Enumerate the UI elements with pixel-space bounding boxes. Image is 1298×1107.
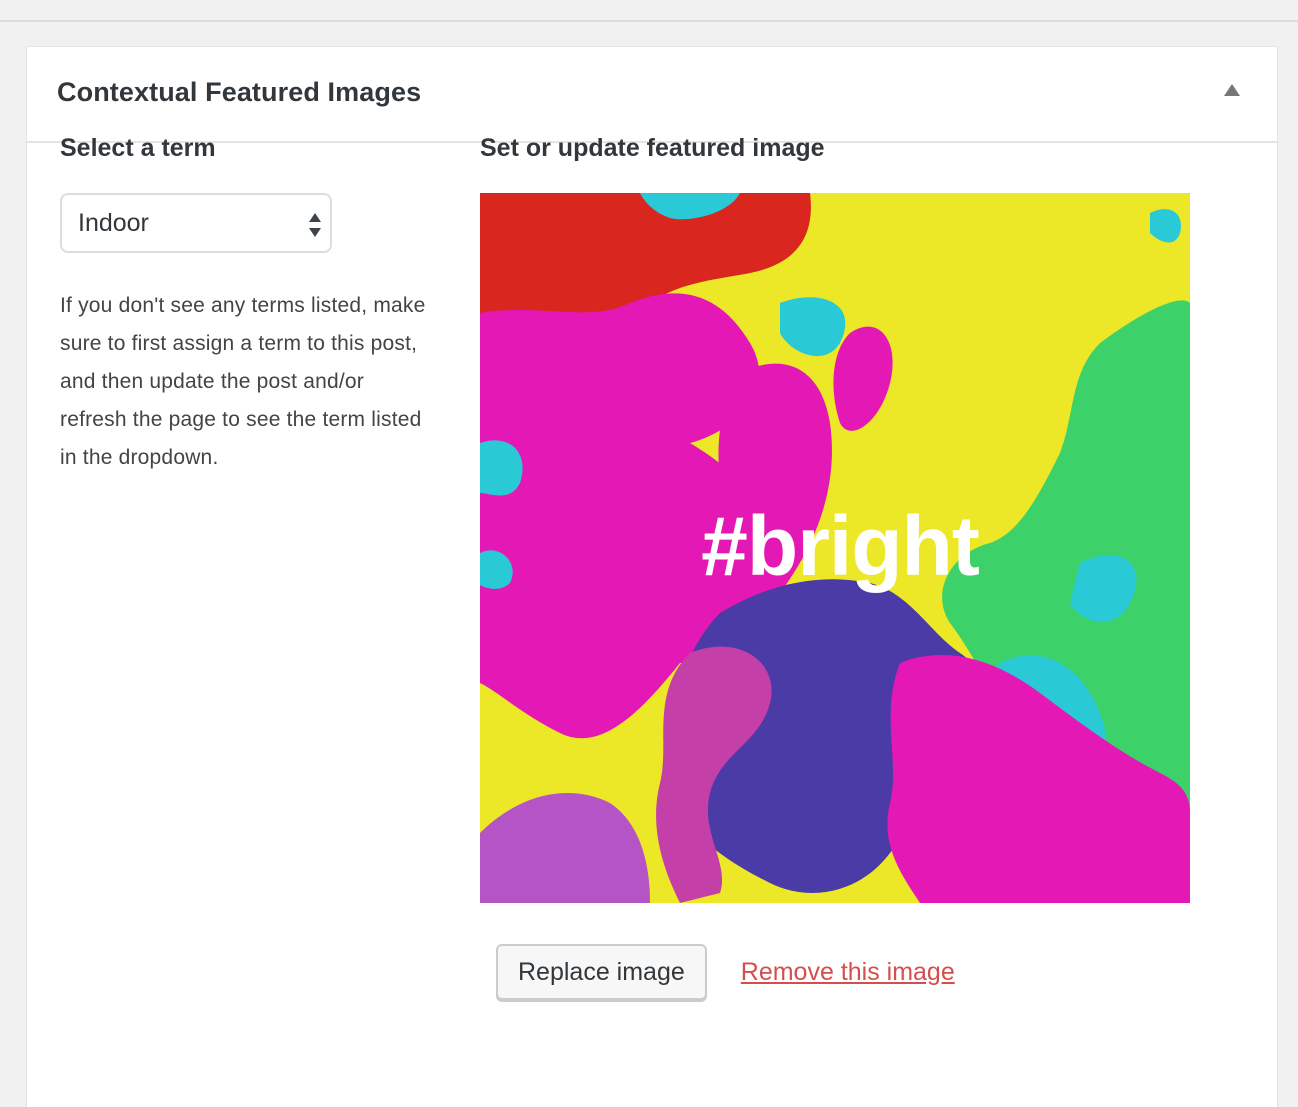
image-actions: Replace image Remove this image — [496, 944, 955, 1000]
image-caption: #bright — [701, 499, 980, 593]
replace-image-button[interactable]: Replace image — [496, 944, 707, 1000]
top-divider — [0, 0, 1298, 22]
remove-image-link[interactable]: Remove this image — [741, 958, 955, 987]
select-arrows-icon — [309, 213, 321, 237]
term-column: Select a term Indoor If you don't see an… — [60, 134, 430, 477]
term-help-text: If you don't see any terms listed, make … — [60, 294, 426, 469]
image-column: Set or update featured image #bright — [480, 134, 1220, 903]
term-select-value: Indoor — [78, 208, 149, 237]
triangle-up-icon — [1224, 84, 1240, 96]
toggle-panel-button[interactable] — [1217, 75, 1247, 105]
term-select[interactable]: Indoor — [60, 193, 332, 253]
featured-image-heading: Set or update featured image — [480, 134, 825, 162]
metabox-title: Contextual Featured Images — [57, 77, 422, 107]
featured-image[interactable]: #bright — [480, 193, 1190, 903]
select-term-heading: Select a term — [60, 134, 216, 162]
metabox-header: Contextual Featured Images — [27, 47, 1277, 143]
